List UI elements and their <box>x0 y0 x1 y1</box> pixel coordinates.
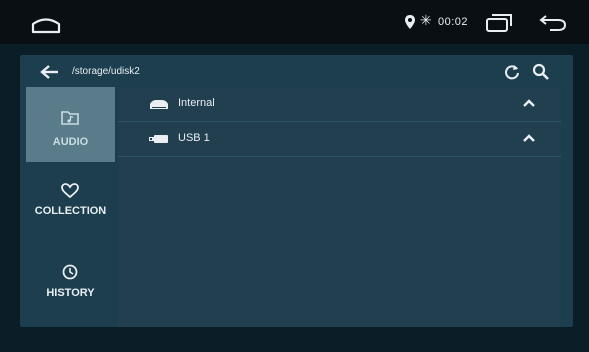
list-item-usb[interactable]: USB 1 <box>118 122 561 157</box>
sidebar-item-label: COLLECTION <box>34 205 107 217</box>
file-browser-panel: /storage/udisk2 AUDIO COLLECTION HISTORY… <box>20 55 573 327</box>
chevron-up-icon[interactable] <box>522 132 536 144</box>
sidebar-item-collection[interactable]: COLLECTION <box>26 167 115 242</box>
drive-icon <box>150 100 168 109</box>
chevron-up-icon[interactable] <box>522 97 536 109</box>
sidebar-item-label: HISTORY <box>46 287 95 299</box>
sidebar-item-label: AUDIO <box>52 136 89 148</box>
path-bar: /storage/udisk2 <box>20 55 573 89</box>
location-icon <box>405 15 415 29</box>
recent-apps-icon[interactable] <box>484 12 514 34</box>
refresh-icon[interactable] <box>504 64 520 80</box>
storage-list: Internal USB 1 <box>118 87 561 327</box>
sidebar-item-audio[interactable]: AUDIO <box>26 87 115 162</box>
clock-icon <box>62 264 78 280</box>
list-item-internal[interactable]: Internal <box>118 87 561 122</box>
home-icon[interactable] <box>30 13 62 35</box>
back-icon[interactable] <box>538 14 568 32</box>
clock-time: 00:02 <box>438 16 469 28</box>
storage-name: USB 1 <box>178 132 210 144</box>
heart-icon <box>61 183 79 199</box>
sidebar: AUDIO COLLECTION HISTORY <box>26 87 115 325</box>
status-bar: ✳ 00:02 <box>0 0 589 44</box>
folder-music-icon <box>61 111 79 125</box>
bluetooth-icon: ✳ <box>420 12 432 28</box>
back-arrow-icon[interactable] <box>40 64 60 80</box>
storage-name: Internal <box>178 97 215 109</box>
usb-icon <box>149 135 168 143</box>
sidebar-item-history[interactable]: HISTORY <box>26 247 115 322</box>
search-icon[interactable] <box>532 63 550 81</box>
current-path: /storage/udisk2 <box>72 66 140 77</box>
